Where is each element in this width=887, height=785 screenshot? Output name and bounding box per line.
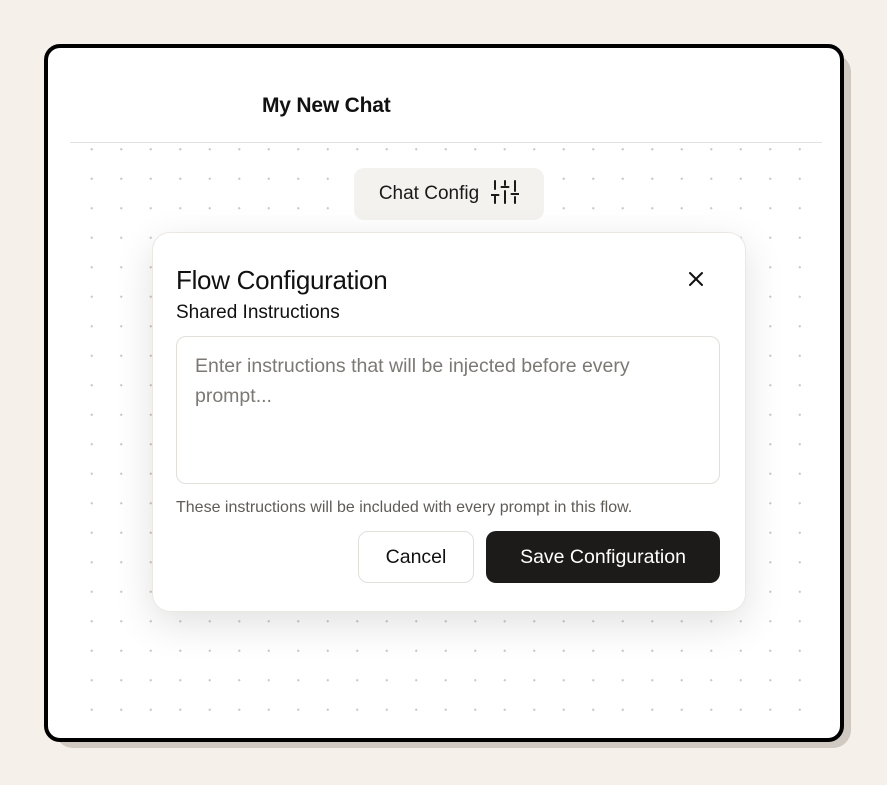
close-icon — [687, 270, 705, 293]
chat-config-button[interactable]: Chat Config — [354, 168, 544, 220]
save-configuration-button[interactable]: Save Configuration — [486, 531, 720, 583]
header-divider — [70, 142, 822, 143]
chat-config-label: Chat Config — [378, 183, 480, 204]
shared-instructions-textarea[interactable] — [176, 336, 720, 484]
modal-title: Flow Configuration — [176, 265, 388, 295]
cancel-button[interactable]: Cancel — [358, 531, 474, 583]
chat-header: My New Chat — [48, 48, 840, 144]
chat-title: My New Chat — [262, 94, 391, 117]
shared-instructions-label: Shared Instructions — [176, 302, 340, 323]
sliders-icon — [490, 179, 520, 210]
instructions-help-text: These instructions will be included with… — [176, 499, 633, 516]
close-button[interactable] — [681, 266, 711, 296]
chat-window: My New Chat Chat Config Flow Configurati… — [44, 44, 844, 742]
flow-configuration-modal: Flow Configuration Shared Instructions T… — [152, 232, 746, 612]
